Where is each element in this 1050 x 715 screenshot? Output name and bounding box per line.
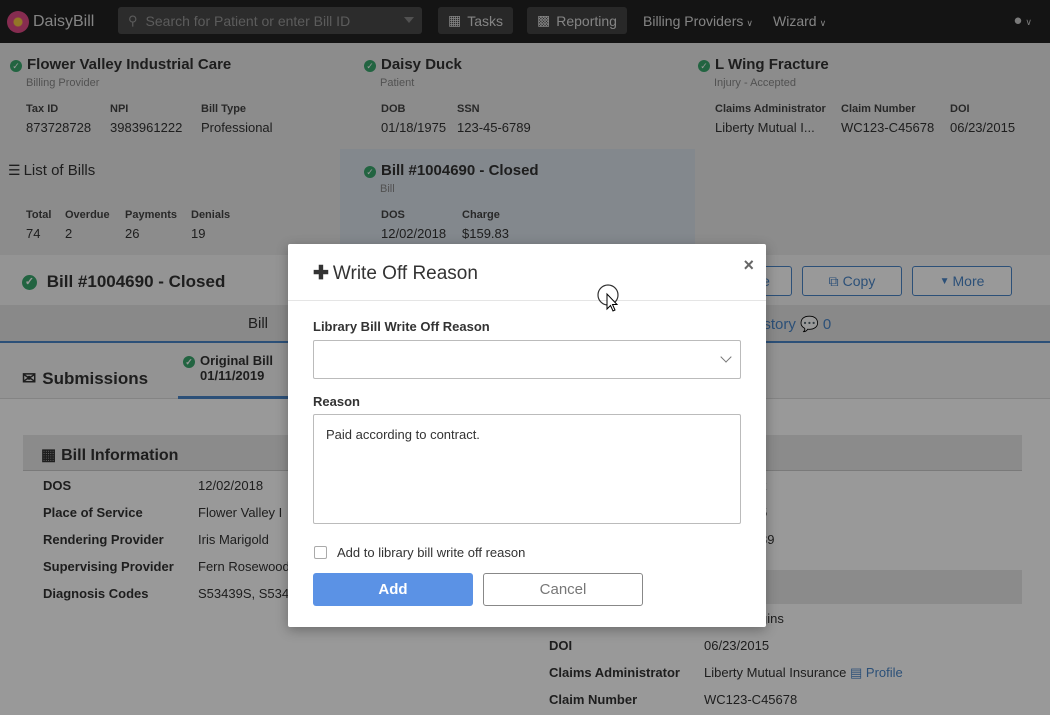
library-reason-select[interactable]	[313, 340, 741, 379]
cancel-button[interactable]: Cancel	[483, 573, 643, 606]
add-button[interactable]: Add	[313, 573, 473, 606]
reason-label: Reason	[313, 394, 360, 409]
plus-icon: ✚	[313, 263, 329, 284]
add-to-library-checkbox[interactable]	[314, 546, 327, 559]
reason-textarea[interactable]: Paid according to contract.	[313, 414, 741, 524]
close-icon[interactable]: ×	[743, 255, 754, 276]
modal-title: ✚ Write Off Reason	[313, 263, 478, 284]
library-reason-label: Library Bill Write Off Reason	[313, 319, 490, 334]
add-to-library-label: Add to library bill write off reason	[337, 545, 526, 560]
mouse-cursor-icon	[597, 284, 619, 312]
modal-header: ✚ Write Off Reason ×	[288, 244, 766, 301]
chevron-down-icon	[720, 351, 732, 363]
write-off-reason-modal: ✚ Write Off Reason × Library Bill Write O…	[288, 244, 766, 627]
